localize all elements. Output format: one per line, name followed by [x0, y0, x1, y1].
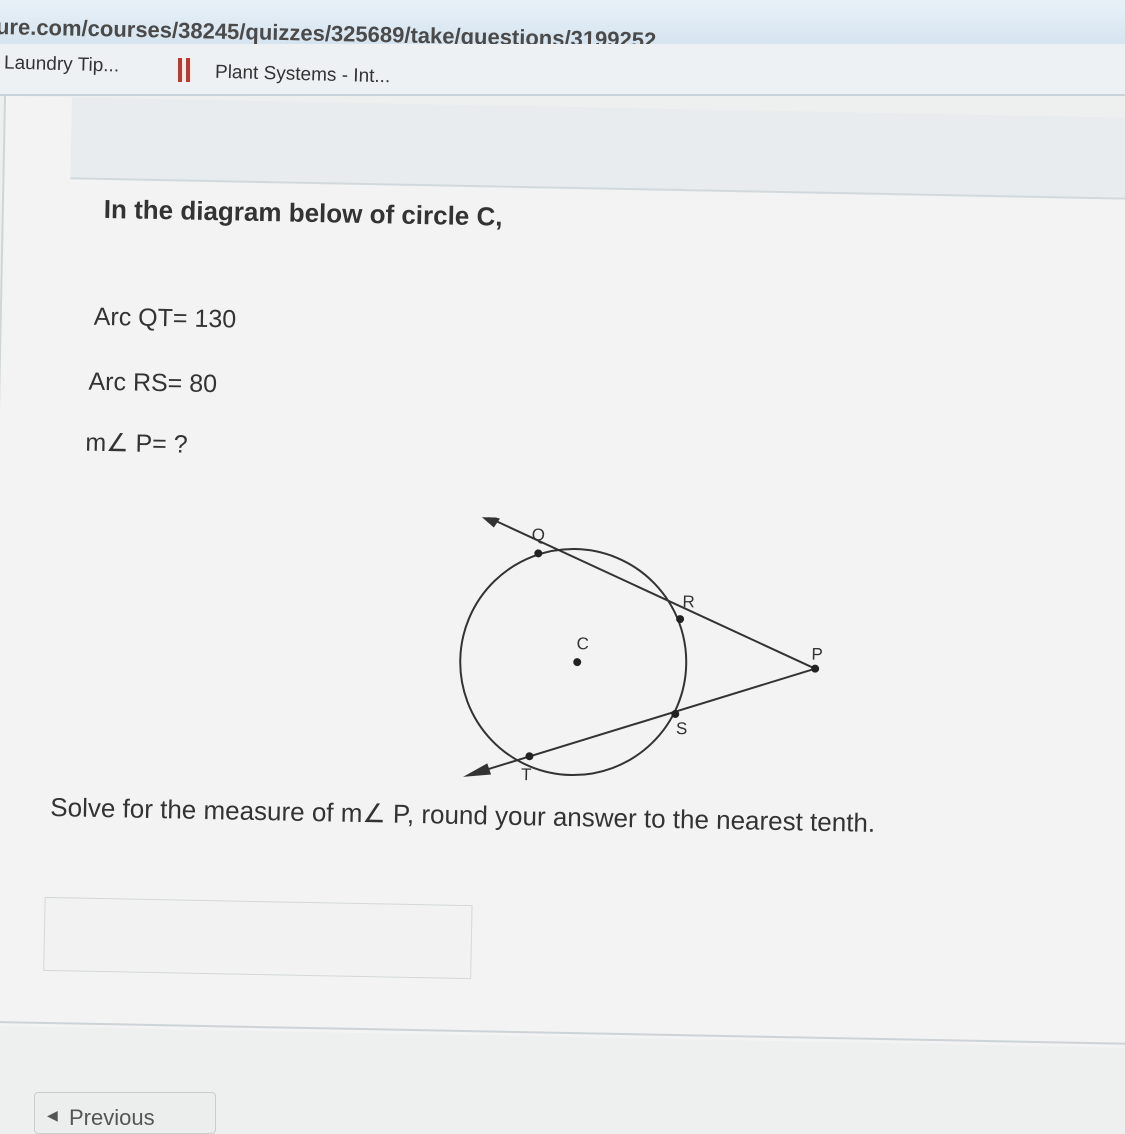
label-c: C [576, 634, 589, 653]
secant-tp [474, 667, 816, 775]
question-card: In the diagram below of circle C, Arc QT… [0, 96, 1125, 1048]
given-arc-rs: Arc RS= 80 [88, 367, 218, 399]
circle-diagram: Q R C P S T [459, 516, 823, 784]
label-r: R [682, 592, 695, 611]
point-c [573, 658, 582, 667]
previous-button-label: Previous [69, 1105, 155, 1130]
chevron-left-icon: ◀ [47, 1107, 58, 1123]
given-arc-qt: Arc QT= 130 [93, 302, 237, 334]
label-s: S [676, 719, 688, 738]
label-p: P [811, 645, 823, 664]
browser-address-bar[interactable]: ure.com/courses/38245/quizzes/325689/tak… [0, 0, 1125, 53]
bookmark-plant-systems[interactable]: Plant Systems - Int... [215, 62, 391, 89]
bookmarks-bar: Laundry Tip... Plant Systems - Int... [0, 44, 1125, 96]
arrowhead-t-icon [463, 763, 492, 777]
answer-input[interactable] [43, 896, 473, 980]
given-angle-p: m∠ P= ? [85, 428, 188, 459]
bookmark-laundry-tips[interactable]: Laundry Tip... [4, 52, 120, 77]
question-intro: In the diagram below of circle C, [103, 193, 503, 232]
question-header [70, 97, 1125, 200]
point-p [811, 664, 820, 673]
label-q: Q [531, 525, 545, 544]
previous-button[interactable]: ◀ Previous [34, 1092, 216, 1134]
arrowhead-q-icon [476, 516, 500, 528]
label-t: T [521, 765, 532, 784]
pause-icon [178, 58, 192, 82]
card-divider [0, 1020, 1125, 1045]
point-t [525, 752, 534, 761]
